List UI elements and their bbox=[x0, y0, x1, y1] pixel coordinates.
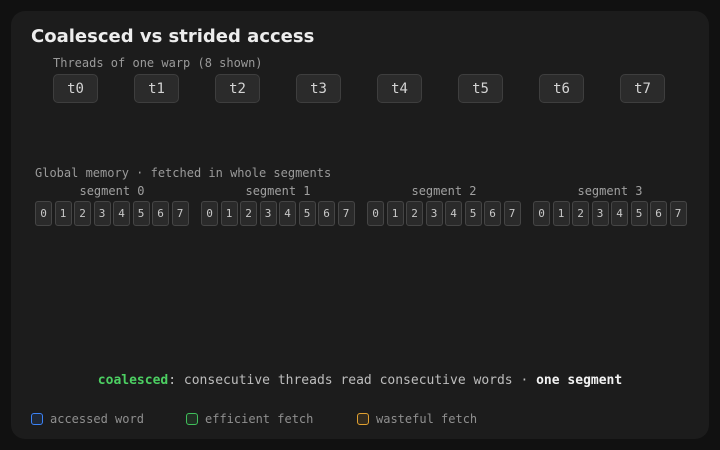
legend-swatch bbox=[31, 413, 43, 425]
memory-word: 0 bbox=[201, 201, 218, 226]
memory-word: 1 bbox=[54, 201, 72, 226]
memory-word: 5 bbox=[298, 201, 316, 226]
segment-words-1: 0 1 2 3 4 5 6 7 bbox=[201, 201, 355, 226]
memory-word: 5 bbox=[464, 201, 482, 226]
memory-word: 1 bbox=[386, 201, 404, 226]
memory-word: 2 bbox=[74, 201, 91, 226]
memory-word: 7 bbox=[337, 201, 355, 226]
memory-word: 5 bbox=[132, 201, 150, 226]
thread-box-t0: t0 bbox=[53, 74, 98, 103]
memory-word: 0 bbox=[533, 201, 550, 226]
memory-word: 3 bbox=[259, 201, 277, 226]
legend-label: wasteful fetch bbox=[376, 412, 478, 426]
memory-word: 6 bbox=[650, 201, 667, 226]
thread-box-t2: t2 bbox=[215, 74, 260, 103]
memory-word: 7 bbox=[171, 201, 189, 226]
thread-box-t7: t7 bbox=[620, 74, 665, 103]
memory-word: 4 bbox=[113, 201, 130, 226]
legend-wasteful-fetch: wasteful fetch bbox=[357, 411, 477, 427]
memory-word: 2 bbox=[572, 201, 589, 226]
legend-accessed-word: accessed word bbox=[31, 411, 144, 427]
diagram-card: Coalesced vs strided access Threads of o… bbox=[11, 11, 709, 439]
legend-swatch bbox=[357, 413, 369, 425]
memory-word: 5 bbox=[630, 201, 648, 226]
legend-swatch bbox=[186, 413, 198, 425]
warp-label: Threads of one warp (8 shown) bbox=[53, 56, 263, 70]
memory-label: Global memory · fetched in whole segment… bbox=[35, 166, 332, 180]
legend-label: accessed word bbox=[50, 412, 144, 426]
memory-word: 2 bbox=[240, 201, 257, 226]
memory-word: 7 bbox=[669, 201, 687, 226]
access-caption: coalesced: consecutive threads read cons… bbox=[11, 373, 709, 388]
segment-words-3: 0 1 2 3 4 5 6 7 bbox=[533, 201, 687, 226]
caption-result: one segment bbox=[536, 373, 623, 388]
thread-box-t5: t5 bbox=[458, 74, 503, 103]
memory-word: 0 bbox=[367, 201, 384, 226]
memory-word: 3 bbox=[591, 201, 609, 226]
memory-word: 4 bbox=[279, 201, 296, 226]
memory-word: 6 bbox=[152, 201, 169, 226]
access-mode-label: coalesced bbox=[97, 373, 169, 388]
memory-word: 6 bbox=[318, 201, 335, 226]
thread-box-t4: t4 bbox=[377, 74, 422, 103]
segment-label-0: segment 0 bbox=[79, 184, 145, 198]
memory-word: 3 bbox=[425, 201, 443, 226]
thread-box-t3: t3 bbox=[296, 74, 341, 103]
thread-box-t6: t6 bbox=[539, 74, 584, 103]
thread-box-t1: t1 bbox=[134, 74, 179, 103]
memory-word: 2 bbox=[406, 201, 423, 226]
memory-word: 4 bbox=[611, 201, 628, 226]
segment-words-2: 0 1 2 3 4 5 6 7 bbox=[367, 201, 521, 226]
caption-colon: : bbox=[168, 373, 177, 388]
caption-text: consecutive threads read consecutive wor… bbox=[176, 373, 537, 388]
memory-word: 0 bbox=[35, 201, 52, 226]
memory-word: 7 bbox=[503, 201, 521, 226]
memory-word: 1 bbox=[552, 201, 570, 226]
page-title: Coalesced vs strided access bbox=[31, 26, 315, 47]
segment-label-2: segment 2 bbox=[411, 184, 477, 198]
legend-efficient-fetch: efficient fetch bbox=[186, 411, 313, 427]
memory-word: 3 bbox=[93, 201, 111, 226]
segment-label-1: segment 1 bbox=[245, 184, 311, 198]
memory-word: 1 bbox=[220, 201, 238, 226]
memory-word: 4 bbox=[445, 201, 462, 226]
segment-words-0: 0 1 2 3 4 5 6 7 bbox=[35, 201, 189, 226]
memory-word: 6 bbox=[484, 201, 501, 226]
legend-label: efficient fetch bbox=[205, 412, 314, 426]
segment-label-3: segment 3 bbox=[577, 184, 643, 198]
